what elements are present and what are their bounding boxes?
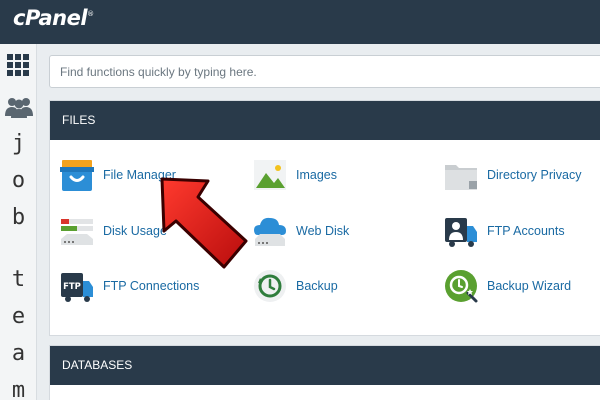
directory-privacy-icon [445,165,477,190]
directory-privacy-label: Directory Privacy [487,168,582,182]
sidebar-letter: b [11,205,26,230]
grid-menu-icon[interactable] [7,54,29,76]
backup-label: Backup [296,279,338,293]
ftp-accounts-icon [445,218,477,247]
web-disk-link[interactable]: Web Disk [252,211,349,251]
files-panel: FILES File Manager Images Directory Priv… [49,100,600,336]
left-sidebar: j o b t e a m [0,44,37,400]
sidebar-letter: j [11,131,26,156]
disk-usage-icon [61,219,93,245]
sidebar-letter: o [11,168,26,193]
ftp-accounts-label: FTP Accounts [487,224,565,238]
sidebar-text-job: j o b [0,125,37,236]
file-manager-link[interactable]: File Manager [59,155,176,195]
cpanel-logo[interactable]: cPanel® [13,6,94,30]
logo-registered-mark: ® [87,10,94,18]
ftp-badge-text: FTP [63,282,81,292]
databases-panel-header[interactable]: DATABASES [50,346,600,385]
backup-wizard-icon [445,270,478,303]
users-icon[interactable] [5,96,33,118]
top-bar: cPanel® [0,0,600,44]
web-disk-icon [254,217,286,246]
web-disk-label: Web Disk [296,224,350,238]
images-link[interactable]: Images [252,155,337,195]
disk-usage-label: Disk Usage [103,224,167,238]
file-manager-icon [60,160,94,191]
ftp-accounts-link[interactable]: FTP Accounts [443,211,565,251]
files-panel-header[interactable]: FILES [50,101,600,140]
sidebar-letter: m [11,378,26,400]
images-label: Images [296,168,337,182]
databases-panel: DATABASES [49,345,600,400]
backup-link[interactable]: Backup [252,266,338,306]
file-manager-label: File Manager [103,168,176,182]
backup-wizard-label: Backup Wizard [487,279,572,293]
backup-icon [254,270,286,302]
ftp-connections-link[interactable]: FTP FTP Connections [59,266,199,306]
directory-privacy-link[interactable]: Directory Privacy [443,155,581,195]
sidebar-letter: t [11,267,26,292]
search-input[interactable] [49,55,600,88]
sidebar-text-team: t e a m [0,261,37,400]
backup-wizard-link[interactable]: Backup Wizard [443,266,571,306]
images-icon [254,160,286,190]
ftp-connections-icon: FTP [61,273,93,302]
sidebar-letter: a [11,341,26,366]
logo-text: cPanel [13,6,88,30]
sidebar-letter: e [11,304,26,329]
disk-usage-link[interactable]: Disk Usage [59,211,167,251]
ftp-connections-label: FTP Connections [103,279,200,293]
